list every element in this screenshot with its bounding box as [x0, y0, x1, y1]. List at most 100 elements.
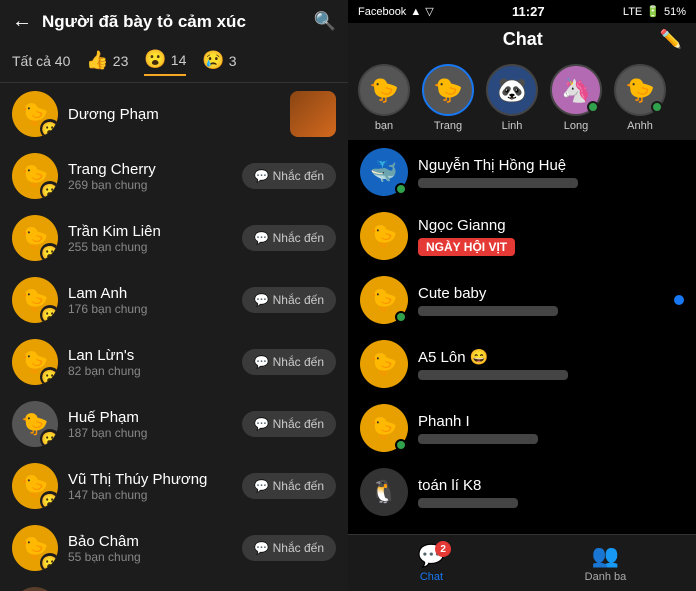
story-item[interactable]: 🐼 Linh — [486, 64, 538, 132]
reaction-badge: 😮 — [40, 243, 58, 261]
chat-item[interactable]: 🐤 Ngọc Gianng NGÀY HỘI VỊT — [348, 204, 696, 268]
mutual-friends: 187 bạn chung — [68, 426, 232, 440]
list-item[interactable]: 🐤 😮 Huế Phạm 187 bạn chung 💬 Nhắc đến — [0, 393, 348, 455]
chat-item[interactable]: 🐤 Cute baby — [348, 268, 696, 332]
left-panel: ← Người đã bày tỏ cảm xúc 🔍 Tất cả 40 👍 … — [0, 0, 348, 591]
person-list: 🐤 😮 Dương Phạm 🐤 😮 Trang Cherry 269 bạn … — [0, 83, 348, 591]
person-info: Trang Cherry 269 bạn chung — [68, 161, 232, 192]
story-avatar: 🐤 — [358, 64, 410, 116]
reaction-tabs: Tất cả 40 👍 23 😮 14 😢 3 — [0, 43, 348, 83]
person-info: Vũ Thị Thúy Phương 147 bạn chung — [68, 471, 232, 502]
story-item[interactable]: 🦄 Long — [550, 64, 602, 132]
wow-count: 14 — [171, 52, 187, 68]
right-panel: Facebook ▲ ▽ 11:27 LTE 🔋 51% Chat ✏️ 🐤 b… — [348, 0, 696, 591]
tab-like[interactable]: 👍 23 — [86, 50, 128, 75]
mutual-friends: 147 bạn chung — [68, 488, 232, 502]
status-bar: Facebook ▲ ▽ 11:27 LTE 🔋 51% — [348, 0, 696, 23]
mutual-friends: 55 bạn chung — [68, 550, 232, 564]
mutual-friends: 82 bạn chung — [68, 364, 232, 378]
avatar: 🐤 😮 — [12, 339, 58, 385]
list-item[interactable]: 🐤 😮 Lan Lừn's 82 bạn chung 💬 Nhắc đến — [0, 331, 348, 393]
list-item[interactable]: 🐤 😮 Dương Phạm — [0, 83, 348, 145]
person-name: Huế Phạm — [68, 409, 232, 426]
list-item[interactable]: 🐤 😮 Trần Kim Liên 255 bạn chung 💬 Nhắc đ… — [0, 207, 348, 269]
contacts-nav-label: Danh ba — [585, 571, 627, 583]
left-panel-title: Người đã bày tỏ cảm xúc — [42, 12, 304, 32]
message-button[interactable]: 💬 Nhắc đến — [242, 287, 336, 313]
chat-title: Chat — [386, 29, 660, 50]
reaction-badge: 😮 — [40, 429, 58, 447]
list-item[interactable]: 🐤 😮 Trang Cherry 269 bạn chung 💬 Nhắc đế… — [0, 145, 348, 207]
chat-preview — [418, 498, 518, 508]
left-header: ← Người đã bày tỏ cảm xúc 🔍 — [0, 0, 348, 43]
list-item[interactable]: 🐤 😮 Lam Anh 176 bạn chung 💬 Nhắc đến — [0, 269, 348, 331]
stories-row: 🐤 bạn 🐤 Trang 🐼 Linh 🦄 Long 🐤 — [348, 56, 696, 140]
message-button[interactable]: 💬 Nhắc đến — [242, 225, 336, 251]
story-item[interactable]: 🐤 bạn — [358, 64, 410, 132]
message-button[interactable]: 💬 Nhắc đến — [242, 349, 336, 375]
person-info: Bảo Châm 55 bạn chung — [68, 533, 232, 564]
avatar: 🐤 😮 — [12, 277, 58, 323]
online-indicator — [587, 101, 599, 113]
story-item[interactable]: 🐤 Anhh — [614, 64, 666, 132]
story-avatar: 🐤 — [614, 64, 666, 116]
chat-avatar: 🐤 — [360, 404, 408, 452]
story-item[interactable]: 🐤 Trang — [422, 64, 474, 132]
chat-nav-label: Chat — [420, 571, 443, 583]
chat-preview — [418, 370, 568, 380]
sad-count: 3 — [229, 53, 237, 69]
message-button[interactable]: 💬 Nhắc đến — [242, 163, 336, 189]
wifi-icon: ▽ — [425, 5, 433, 18]
chat-avatar: 🐤 — [360, 276, 408, 324]
app-label: Facebook — [358, 6, 406, 18]
status-left: Facebook ▲ ▽ — [358, 5, 434, 18]
person-info: Lam Anh 176 bạn chung — [68, 285, 232, 316]
chat-avatar: 🐤 — [360, 340, 408, 388]
list-item[interactable]: 🐶 😮 Mun Mun 89 bạn chung 💬 Nhắc đến — [0, 579, 348, 591]
reaction-badge: 😮 — [40, 181, 58, 199]
tab-sad[interactable]: 😢 3 — [202, 50, 236, 75]
story-avatar: 🐤 — [422, 64, 474, 116]
reaction-badge: 😮 — [40, 367, 58, 385]
person-info: Trần Kim Liên 255 bạn chung — [68, 223, 232, 254]
chat-item[interactable]: 🐳 Nguyễn Thị Hồng Huệ — [348, 140, 696, 204]
nav-chat[interactable]: 💬 Chat 2 — [418, 543, 445, 583]
avatar: 🐤 😮 — [12, 463, 58, 509]
avatar: 🐤 😮 — [12, 153, 58, 199]
story-name: Anhh — [627, 120, 653, 132]
message-button[interactable]: 💬 Nhắc đến — [242, 411, 336, 437]
mutual-friends: 255 bạn chung — [68, 240, 232, 254]
chat-name: Cute baby — [418, 285, 664, 302]
chat-nav-badge: 2 — [435, 541, 451, 557]
chat-item[interactable]: 🐤 A5 Lôn 😄 — [348, 332, 696, 396]
story-avatar: 🦄 — [550, 64, 602, 116]
tab-all[interactable]: Tất cả 40 — [12, 53, 70, 73]
compose-icon[interactable]: ✏️ — [660, 29, 682, 50]
story-avatar: 🐼 — [486, 64, 538, 116]
story-name: Long — [564, 120, 588, 132]
chat-info: Phanh I — [418, 413, 684, 444]
avatar: 🐤 😮 — [12, 91, 58, 137]
like-emoji: 👍 — [86, 50, 108, 71]
person-name: Lan Lừn's — [68, 347, 232, 364]
nav-contacts[interactable]: 👥 Danh ba — [585, 543, 627, 583]
story-name: bạn — [375, 120, 393, 132]
reaction-badge: 😮 — [40, 553, 58, 571]
chat-avatar: 🐧 — [360, 468, 408, 516]
chat-item[interactable]: 🐤 Phanh I — [348, 396, 696, 460]
tab-wow[interactable]: 😮 14 — [144, 49, 186, 76]
search-icon[interactable]: 🔍 — [314, 11, 336, 32]
list-item[interactable]: 🐤 😮 Bảo Châm 55 bạn chung 💬 Nhắc đến — [0, 517, 348, 579]
chat-item[interactable]: 🐧 toán lí K8 — [348, 460, 696, 524]
like-count: 23 — [113, 53, 129, 69]
contacts-nav-icon: 👥 — [592, 543, 619, 569]
person-info: Huế Phạm 187 bạn chung — [68, 409, 232, 440]
battery-icon: 🔋 — [646, 5, 660, 18]
message-button[interactable]: 💬 Nhắc đến — [242, 535, 336, 561]
person-name: Vũ Thị Thúy Phương — [68, 471, 232, 488]
reaction-badge: 😮 — [40, 119, 58, 137]
person-info: Lan Lừn's 82 bạn chung — [68, 347, 232, 378]
message-button[interactable]: 💬 Nhắc đến — [242, 473, 336, 499]
back-button[interactable]: ← — [12, 10, 32, 33]
list-item[interactable]: 🐤 😮 Vũ Thị Thúy Phương 147 bạn chung 💬 N… — [0, 455, 348, 517]
